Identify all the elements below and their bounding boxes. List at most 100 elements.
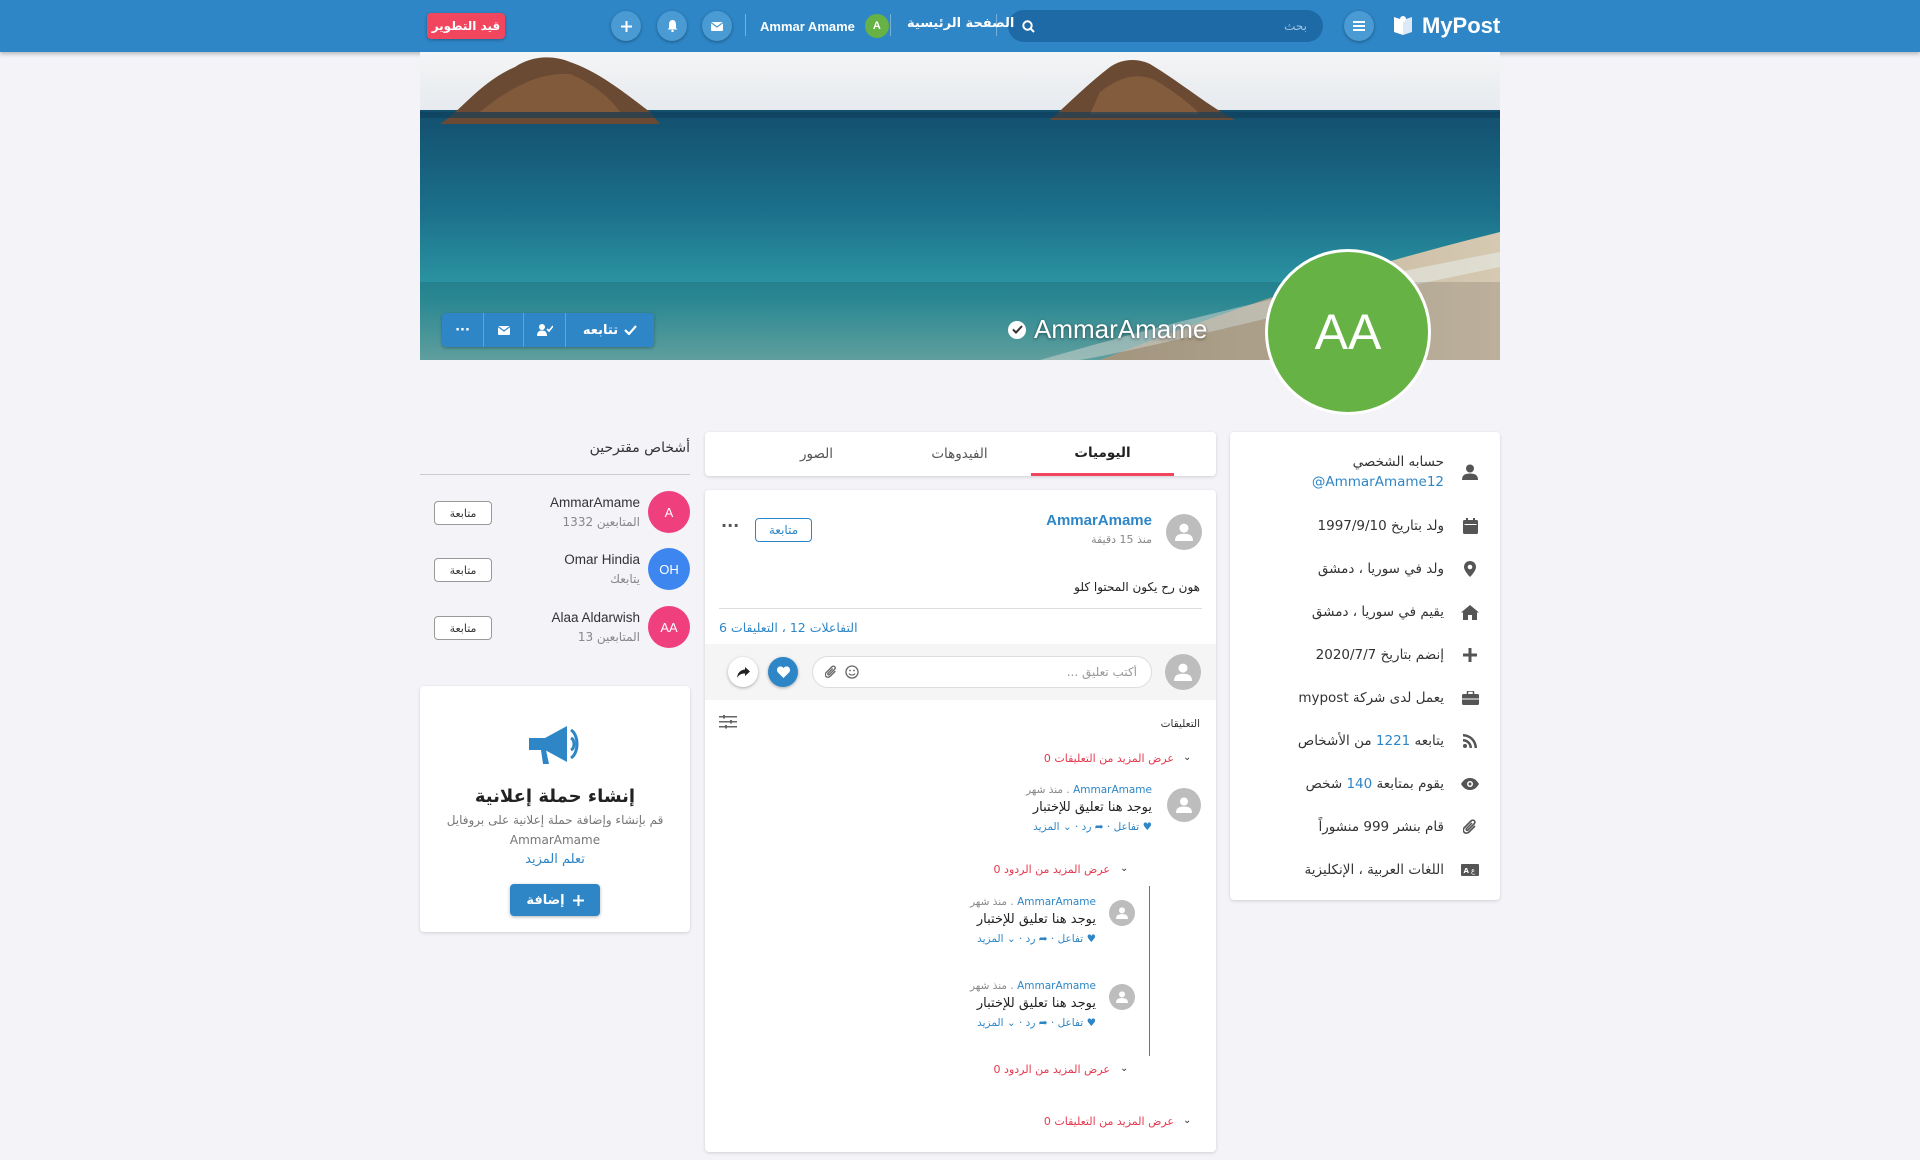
megaphone-icon <box>529 726 579 764</box>
add-campaign-button[interactable]: إضافة <box>510 884 600 916</box>
profile-avatar[interactable]: AA <box>1265 249 1431 415</box>
suggestion-follow-button[interactable]: متابعة <box>434 616 492 640</box>
suggestion-name[interactable]: Omar Hindia <box>564 552 640 567</box>
reply-text: يوجد هنا تعليق للإختبار <box>976 912 1096 927</box>
post-card: AmmarAmame منذ 15 دقيقة متابعة ··· هون ر… <box>705 490 1216 1152</box>
comment-item: AmmarAmame . منذ شهر يوجد هنا تعليق للإخ… <box>1025 784 1152 833</box>
suggestion-avatar[interactable]: OH <box>648 548 690 590</box>
tab-photos[interactable]: الصور <box>745 432 888 476</box>
info-account: حسابه الشخصي AmmarAmame12@ <box>1230 452 1500 492</box>
user-icon <box>1116 907 1128 919</box>
suggestion-avatar[interactable]: AA <box>648 606 690 648</box>
friend-button[interactable] <box>524 313 566 347</box>
chevron-down-icon: ⌄ <box>1183 752 1192 763</box>
emoji-icon[interactable] <box>845 665 859 679</box>
chevron-down-icon: ⌄ <box>1183 1115 1192 1126</box>
more-icon: ··· <box>455 322 470 338</box>
envelope-icon <box>711 21 723 31</box>
replies-thread-line <box>1149 886 1150 1056</box>
user-chip[interactable]: Ammar Amame A <box>760 14 889 38</box>
ad-learn-more-link[interactable]: تعلم المزيد <box>420 852 690 867</box>
reply-reply[interactable]: ➦ رد <box>1026 933 1048 945</box>
reply-reply[interactable]: ➦ رد <box>1026 1017 1048 1029</box>
suggestion-avatar[interactable]: A <box>648 491 690 533</box>
post-follow-button[interactable]: متابعة <box>755 518 812 542</box>
paperclip-icon[interactable] <box>825 665 837 679</box>
born-in: ولد في سوريا ، دمشق <box>1317 561 1444 577</box>
reply-avatar[interactable] <box>1109 900 1135 926</box>
account-handle[interactable]: AmmarAmame12@ <box>1312 472 1444 492</box>
post-author-name[interactable]: AmmarAmame <box>1046 512 1152 529</box>
comment-input[interactable] <box>865 664 1139 680</box>
suggestion-follow-button[interactable]: متابعة <box>434 558 492 582</box>
post-stats[interactable]: التفاعلات 12 ، التعليقات 6 <box>719 620 858 635</box>
post-author-avatar[interactable] <box>1166 514 1202 550</box>
lives-in: يقيم في سوريا ، دمشق <box>1311 604 1444 620</box>
ad-description: قم بإنشاء وإضافة حملة إعلانية على بروفاي… <box>446 813 664 847</box>
bell-icon <box>667 20 677 32</box>
divider <box>719 608 1202 609</box>
rss-icon <box>1460 731 1480 751</box>
app-logo[interactable]: MyPost <box>1392 10 1500 42</box>
suggestion-name[interactable]: AmmarAmame <box>550 495 640 510</box>
suggestion-subtitle: يتابعك <box>610 572 640 586</box>
ad-campaign-card: إنشاء حملة إعلانية قم بإنشاء وإضافة حملة… <box>420 686 690 932</box>
home-link[interactable]: الصفحة الرئيسية <box>907 16 1014 31</box>
more-comments-link[interactable]: عرض المزيد من التعليقات 0 <box>1044 752 1174 765</box>
info-birth: ولد بتاريخ 1997/9/10 <box>1230 516 1500 536</box>
search-icon[interactable] <box>1022 19 1035 33</box>
info-followers: يقوم بمتابعة 140 شخص <box>1230 774 1500 794</box>
suggestion-subtitle: المتابعين 13 <box>577 630 640 644</box>
comment-reply[interactable]: ➦ رد <box>1082 821 1104 833</box>
user-icon <box>1174 663 1192 681</box>
following-button[interactable]: تتابعه <box>566 313 654 347</box>
reply-item: AmmarAmame . منذ شهر يوجد هنا تعليق للإخ… <box>969 896 1096 945</box>
reply-more[interactable]: ⌄ المزيد <box>977 1017 1016 1029</box>
reply-react[interactable]: ♥ تفاعل <box>1058 1017 1096 1029</box>
menu-button[interactable] <box>1344 11 1374 41</box>
user-icon <box>1116 991 1128 1003</box>
eye-icon <box>1460 774 1480 794</box>
post-options-icon[interactable]: ··· <box>721 516 739 535</box>
joined-date: إنضم بتاريخ 2020/7/7 <box>1315 647 1444 663</box>
suggestion-item: A AmmarAmame المتابعين 1332 متابعة <box>420 491 690 537</box>
more-replies-link[interactable]: عرض المزيد من الردود 0 <box>994 1063 1110 1076</box>
tab-videos[interactable]: الفيدوهات <box>888 432 1031 476</box>
notifications-button[interactable] <box>657 11 687 41</box>
more-replies-link[interactable]: عرض المزيد من الردود 0 <box>994 863 1110 876</box>
info-born-in: ولد في سوريا ، دمشق <box>1230 559 1500 579</box>
reply-react[interactable]: ♥ تفاعل <box>1058 933 1096 945</box>
followers-count[interactable]: 140 <box>1346 776 1372 792</box>
following-count[interactable]: 1221 <box>1376 733 1410 749</box>
verified-icon <box>1008 320 1026 339</box>
reply-user[interactable]: AmmarAmame <box>1017 896 1096 908</box>
composer-avatar <box>1165 654 1201 690</box>
profile-tabs: اليوميات الفيدوهات الصور <box>705 432 1216 476</box>
search-input[interactable] <box>1035 18 1309 34</box>
reply-avatar[interactable] <box>1109 984 1135 1010</box>
share-button[interactable] <box>728 657 758 687</box>
messages-button[interactable] <box>702 11 732 41</box>
suggestion-follow-button[interactable]: متابعة <box>434 501 492 525</box>
sort-comments-icon[interactable] <box>719 714 737 733</box>
comment-user[interactable]: AmmarAmame <box>1073 784 1152 796</box>
comment-avatar[interactable] <box>1167 788 1201 822</box>
reply-more[interactable]: ⌄ المزيد <box>977 933 1016 945</box>
comment-react[interactable]: ♥ تفاعل <box>1114 821 1152 833</box>
comment-more[interactable]: ⌄ المزيد <box>1033 821 1072 833</box>
post-time: منذ 15 دقيقة <box>1091 533 1152 546</box>
suggestion-subtitle: المتابعين 1332 <box>562 515 640 529</box>
like-button[interactable] <box>768 657 798 687</box>
reply-text: يوجد هنا تعليق للإختبار <box>976 996 1096 1011</box>
post-content: هون رح يكون المحتوا كلو <box>1074 580 1200 594</box>
envelope-icon <box>497 325 510 335</box>
ad-title: إنشاء حملة إعلانية <box>474 786 636 807</box>
more-options-button[interactable]: ··· <box>442 313 484 347</box>
tab-diaries[interactable]: اليوميات <box>1031 432 1174 476</box>
message-user-button[interactable] <box>484 313 524 347</box>
suggestion-name[interactable]: Alaa Aldarwish <box>551 610 640 625</box>
reply-user[interactable]: AmmarAmame <box>1017 980 1096 992</box>
add-button[interactable] <box>611 11 641 41</box>
comment-time: منذ شهر <box>1025 784 1064 796</box>
more-comments-link[interactable]: عرض المزيد من التعليقات 0 <box>1044 1115 1174 1128</box>
